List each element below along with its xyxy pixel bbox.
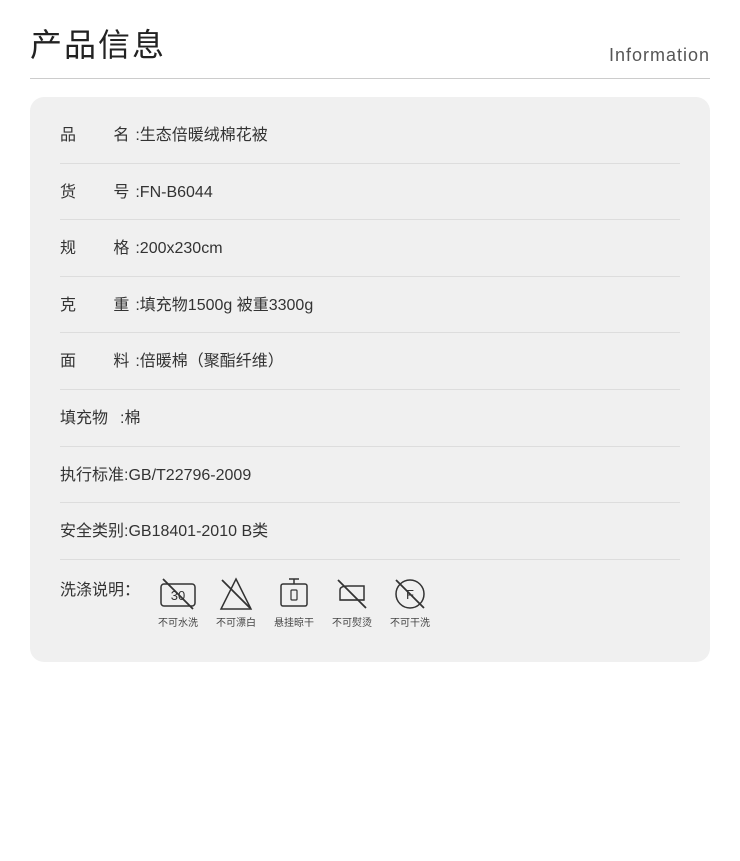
laundry-icons-container: 30 不可水洗 不可漂白 [158, 576, 430, 632]
row-filling: 填充物:棉 [60, 390, 680, 447]
value-weight: 填充物1500g 被重3300g [140, 297, 313, 314]
label-fabric: 面 料 [60, 349, 135, 375]
label-hang-dry: 悬挂晾干 [274, 616, 314, 632]
row-product-id: 货 号:FN-B6044 [60, 164, 680, 221]
page-title-en: Information [609, 45, 710, 66]
value-spec: 200x230cm [140, 240, 223, 257]
icon-no-iron: 不可熨烫 [332, 576, 372, 632]
icon-no-wash: 30 不可水洗 [158, 576, 198, 632]
label-product-id: 货 号 [60, 180, 135, 206]
label-no-wash: 不可水洗 [158, 616, 198, 632]
label-no-bleach: 不可漂白 [216, 616, 256, 632]
row-laundry: 洗涤说明： 30 不可水洗 不可漂白 [60, 560, 680, 642]
row-spec: 规 格:200x230cm [60, 220, 680, 277]
label-no-dry-clean: 不可干洗 [390, 616, 430, 632]
info-card: 品 名:生态倍暖绒棉花被 货 号:FN-B6044 规 格:200x230cm … [30, 97, 710, 662]
page-title: 产品信息 [30, 20, 166, 66]
label-filling: 填充物 [60, 406, 120, 432]
value-product-name: 生态倍暖绒棉花被 [140, 127, 268, 144]
label-standard: 执行标准 [60, 463, 124, 489]
value-standard: GB/T22796-2009 [128, 467, 251, 484]
row-fabric: 面 料:倍暖棉（聚酯纤维） [60, 333, 680, 390]
row-weight: 克 重:填充物1500g 被重3300g [60, 277, 680, 334]
icon-no-bleach: 不可漂白 [216, 576, 256, 632]
value-product-id: FN-B6044 [140, 184, 213, 201]
label-product-name: 品 名 [60, 123, 135, 149]
value-fabric: 倍暖棉（聚酯纤维） [140, 353, 284, 370]
svg-text:30: 30 [171, 588, 185, 603]
page-header: 产品信息 Information [30, 20, 710, 79]
label-spec: 规 格 [60, 236, 135, 262]
icon-hang-dry: 悬挂晾干 [274, 576, 314, 632]
row-safety: 安全类别:GB18401-2010 B类 [60, 503, 680, 560]
label-safety: 安全类别 [60, 519, 124, 545]
row-product-name: 品 名:生态倍暖绒棉花被 [60, 107, 680, 164]
row-standard: 执行标准:GB/T22796-2009 [60, 447, 680, 504]
label-laundry: 洗涤说明： [60, 576, 140, 604]
value-safety: GB18401-2010 B类 [128, 523, 268, 540]
label-weight: 克 重 [60, 293, 135, 319]
icon-no-dry-clean: F 不可干洗 [390, 576, 430, 632]
label-no-iron: 不可熨烫 [332, 616, 372, 632]
value-filling: 棉 [124, 410, 140, 427]
